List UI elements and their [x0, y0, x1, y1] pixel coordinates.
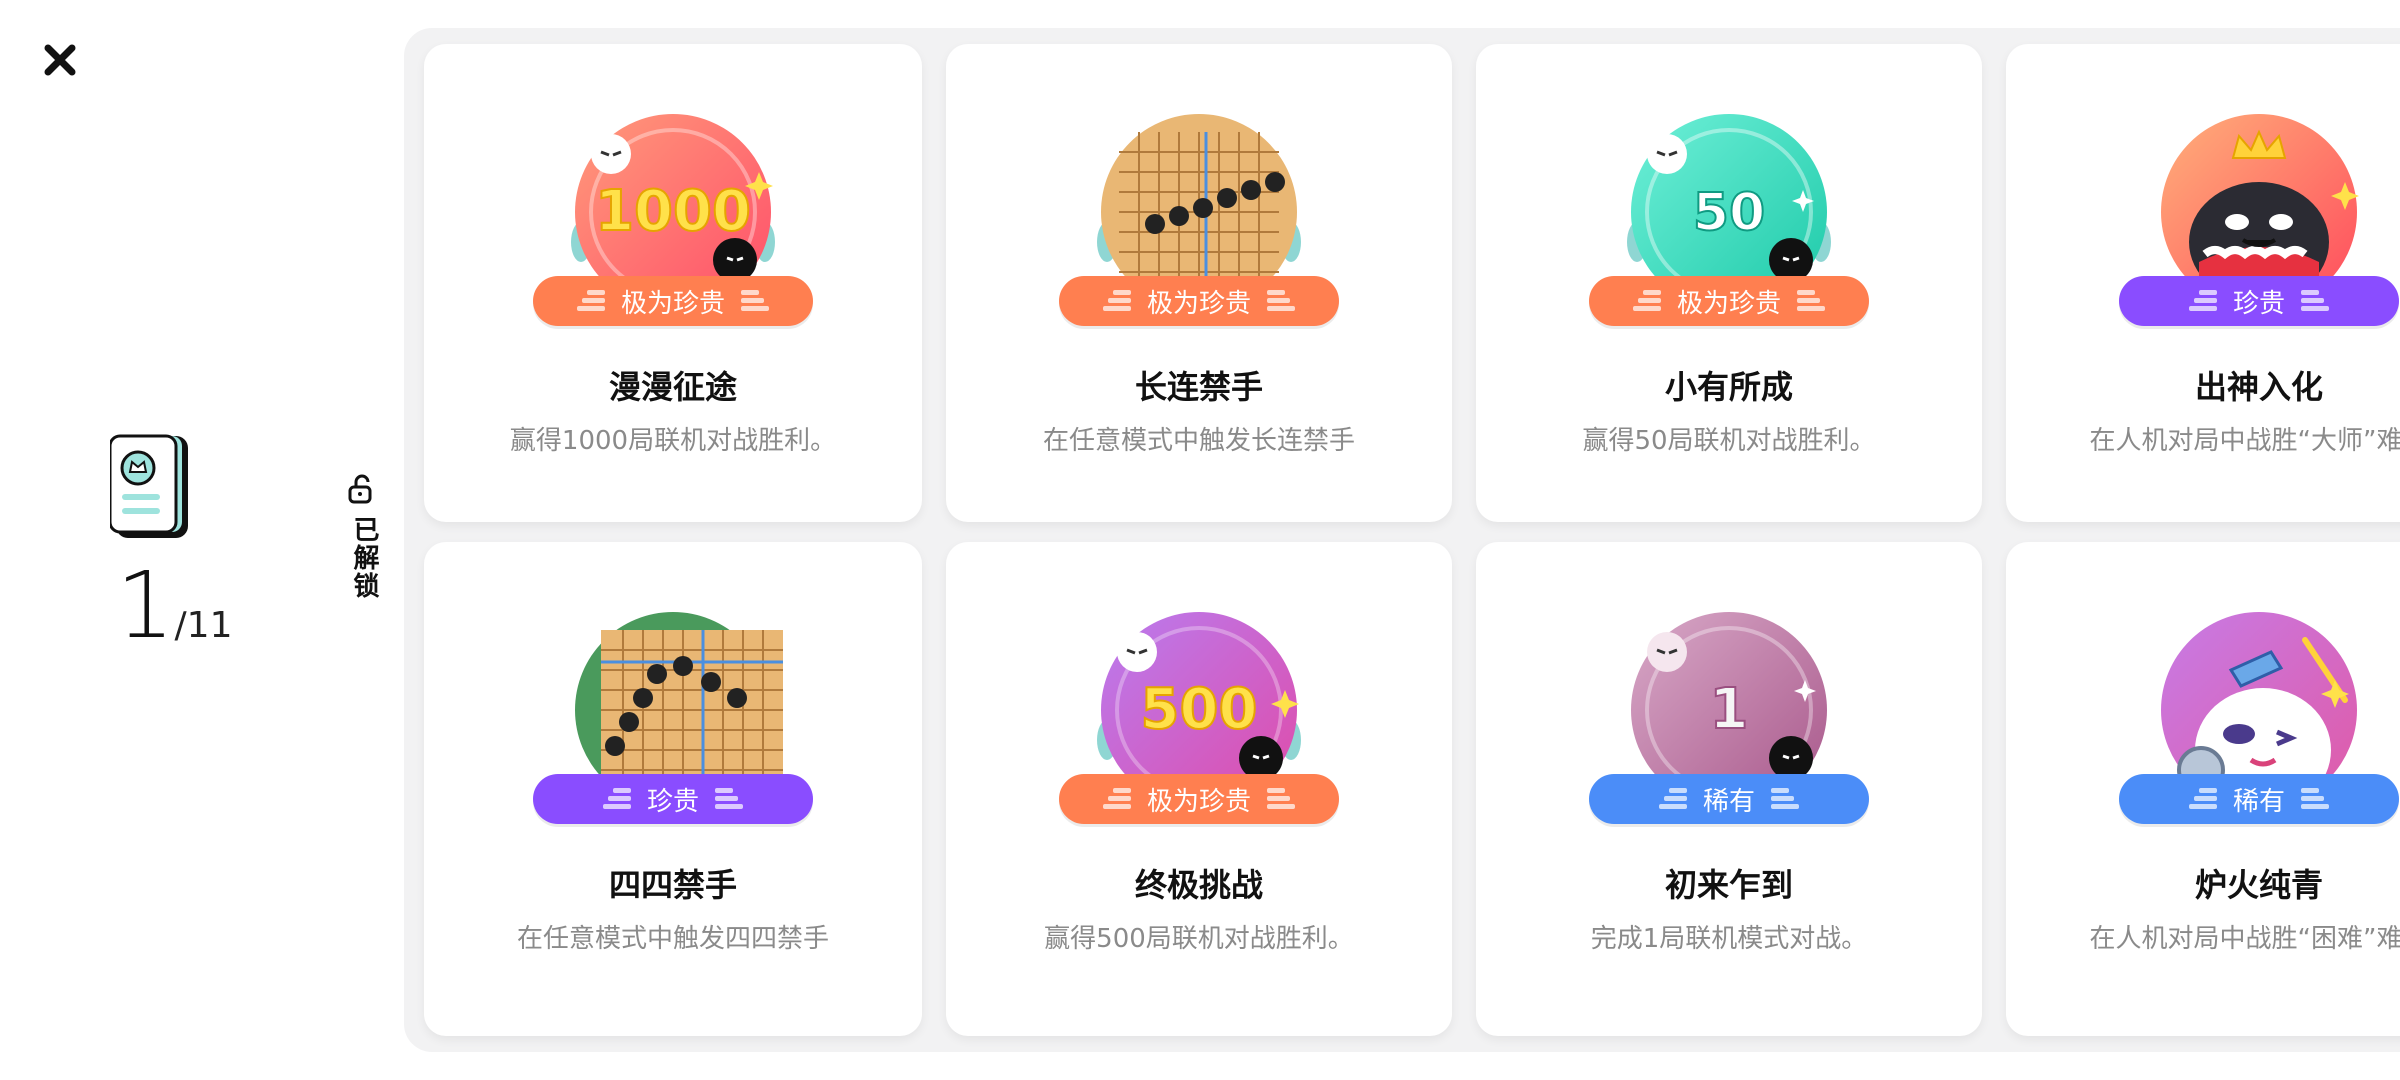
- stripes-left-icon: [2188, 788, 2217, 809]
- achievement-card[interactable]: 1 稀有 初来乍到 完成1局联机模式对战。: [1476, 542, 1982, 1036]
- badge-500-icon: 500: [1097, 612, 1301, 780]
- achievement-card[interactable]: 稀有 炉火纯青 在人机对局中战胜“困难”难度: [2006, 542, 2400, 1036]
- unlock-icon: [348, 474, 372, 504]
- rarity-ribbon: 极为珍贵: [1059, 774, 1339, 824]
- king-master-icon: [2161, 114, 2359, 282]
- achievement-desc: 赢得500局联机对战胜利。: [1044, 924, 1354, 954]
- svg-text:50: 50: [1693, 183, 1765, 243]
- rarity-label: 稀有: [2232, 786, 2285, 817]
- stripes-right-icon: [715, 788, 743, 809]
- achievement-desc: 在任意模式中触发四四禁手: [516, 924, 829, 954]
- stripes-right-icon: [1267, 290, 1295, 311]
- rarity-ribbon: 珍贵: [533, 774, 813, 824]
- achievement-desc: 赢得1000局联机对战胜利。: [509, 426, 837, 456]
- achievement-title: 长连禁手: [1134, 368, 1263, 406]
- achievement-title: 炉火纯青: [2194, 866, 2323, 904]
- stripes-right-icon: [2301, 788, 2329, 809]
- badge-1000-icon: 1000: [571, 114, 775, 282]
- achievement-book-icon: [110, 434, 188, 538]
- go-board-double-four-icon: [575, 612, 783, 780]
- rarity-label: 极为珍贵: [1146, 786, 1251, 817]
- knight-hard-icon: [2161, 612, 2357, 780]
- rarity-ribbon: 极为珍贵: [1589, 276, 1869, 326]
- rarity-label: 珍贵: [646, 786, 699, 817]
- achievement-card[interactable]: 50 极为珍贵 小有所成 赢得50局联机对战胜利。: [1476, 44, 1982, 522]
- rarity-ribbon: 稀有: [2119, 774, 2399, 824]
- achievement-desc: 在人机对局中战胜“困难”难度: [2089, 924, 2400, 954]
- stripes-right-icon: [1797, 290, 1825, 311]
- rarity-label: 极为珍贵: [1146, 288, 1251, 319]
- achievement-title: 出神入化: [2194, 368, 2323, 406]
- stripes-right-icon: [741, 290, 769, 311]
- svg-text:1000: 1000: [595, 179, 751, 244]
- stripes-left-icon: [576, 290, 605, 311]
- rarity-ribbon: 稀有: [1589, 774, 1869, 824]
- achievement-card[interactable]: 极为珍贵 长连禁手 在任意模式中触发长连禁手: [946, 44, 1452, 522]
- rarity-ribbon: 极为珍贵: [533, 276, 813, 326]
- svg-text:1: 1: [1710, 677, 1749, 742]
- achievement-card[interactable]: 500 极为珍贵 终极挑战 赢得500局联机对战胜利。: [946, 542, 1452, 1036]
- stripes-left-icon: [1632, 290, 1661, 311]
- unlocked-number: 1: [116, 552, 175, 659]
- achievement-summary: 1/11: [110, 420, 232, 660]
- stripes-left-icon: [1102, 788, 1131, 809]
- stripes-left-icon: [1102, 290, 1131, 311]
- rarity-ribbon: 极为珍贵: [1059, 276, 1339, 326]
- stripes-right-icon: [2301, 290, 2329, 311]
- unlocked-label: 已解锁: [349, 516, 379, 600]
- achievement-panel[interactable]: 1000 极为珍贵 漫漫征途 赢得1000局联机对战胜利。 极为珍贵 长连禁手 …: [404, 28, 2400, 1052]
- badge-50-icon: 50: [1627, 114, 1831, 282]
- go-board-long-line-icon: [1097, 114, 1301, 282]
- achievement-card[interactable]: 珍贵 出神入化 在人机对局中战胜“大师”难度: [2006, 44, 2400, 522]
- achievement-card[interactable]: 珍贵 四四禁手 在任意模式中触发四四禁手: [424, 542, 922, 1036]
- stripes-left-icon: [2188, 290, 2217, 311]
- stripes-right-icon: [1771, 788, 1799, 809]
- achievement-card[interactable]: 1000 极为珍贵 漫漫征途 赢得1000局联机对战胜利。: [424, 44, 922, 522]
- achievement-desc: 赢得50局联机对战胜利。: [1582, 426, 1876, 456]
- achievement-title: 小有所成: [1664, 368, 1793, 406]
- rarity-label: 稀有: [1702, 786, 1755, 817]
- unlocked-filter[interactable]: 已解锁: [342, 474, 382, 604]
- total-number: /11: [174, 605, 233, 646]
- achievement-title: 四四禁手: [608, 866, 737, 904]
- rarity-label: 极为珍贵: [1676, 288, 1781, 319]
- rarity-ribbon: 珍贵: [2119, 276, 2399, 326]
- stripes-right-icon: [1267, 788, 1295, 809]
- close-icon: [44, 44, 76, 76]
- unlocked-count: 1/11: [116, 560, 232, 652]
- badge-1-icon: 1: [1631, 612, 1827, 780]
- achievement-desc: 在人机对局中战胜“大师”难度: [2089, 426, 2400, 456]
- close-button[interactable]: [40, 40, 80, 80]
- achievement-title: 初来乍到: [1664, 866, 1793, 904]
- svg-text:500: 500: [1141, 677, 1258, 742]
- stripes-left-icon: [1658, 788, 1687, 809]
- stripes-left-icon: [602, 788, 631, 809]
- achievement-title: 漫漫征途: [608, 368, 737, 406]
- achievement-title: 终极挑战: [1134, 866, 1263, 904]
- rarity-label: 珍贵: [2232, 288, 2285, 319]
- achievement-desc: 完成1局联机模式对战。: [1590, 924, 1868, 954]
- rarity-label: 极为珍贵: [620, 288, 725, 319]
- achievement-desc: 在任意模式中触发长连禁手: [1042, 426, 1355, 456]
